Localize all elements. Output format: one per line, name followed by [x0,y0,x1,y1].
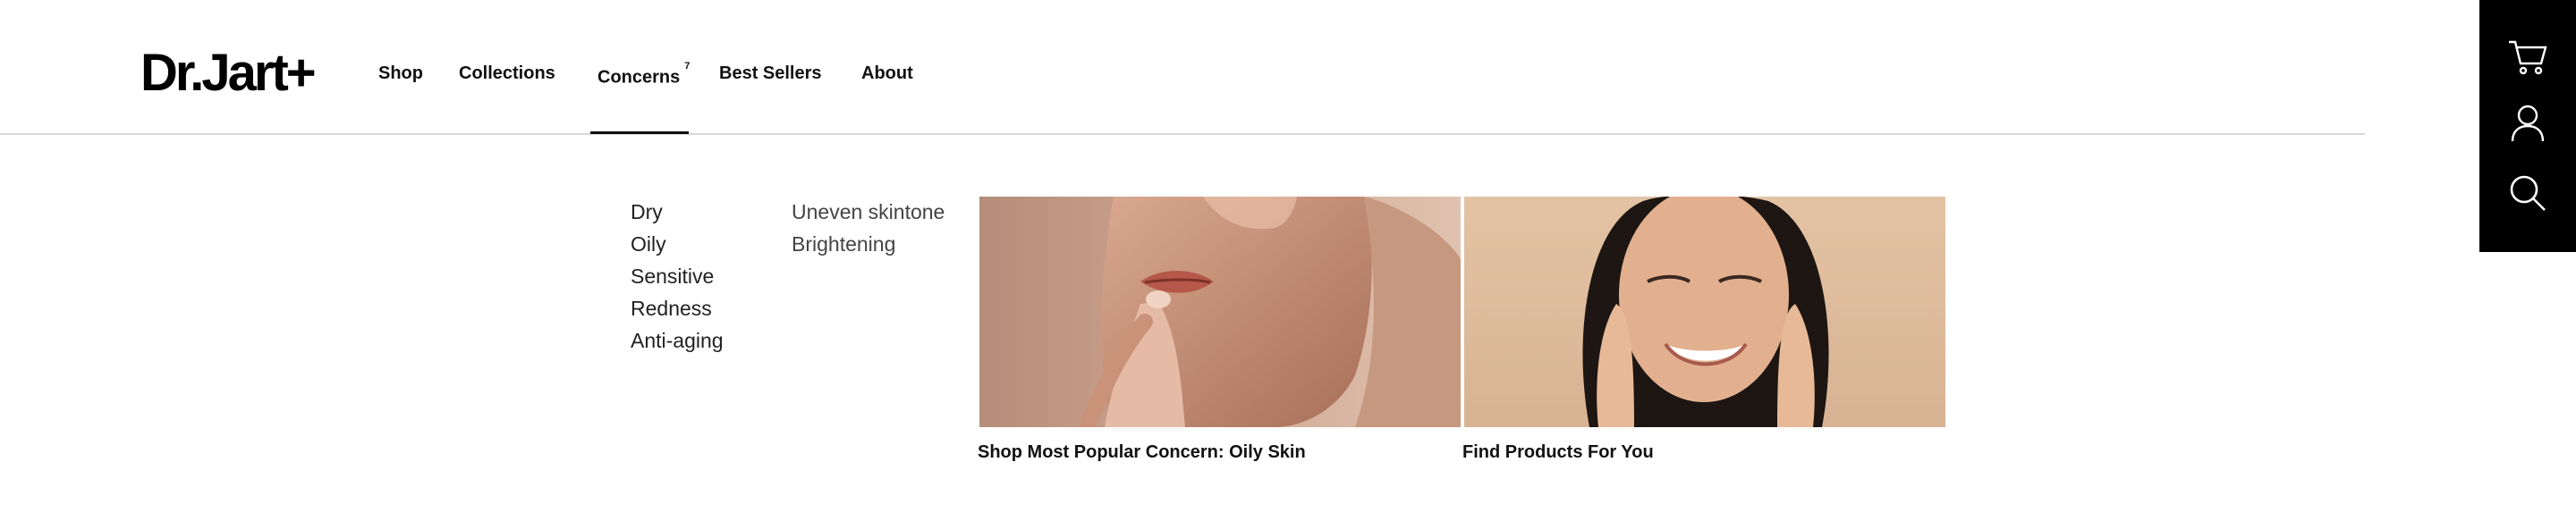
nav-collections[interactable]: Collections [459,63,555,84]
nav-best-sellers[interactable]: Best Sellers [719,63,822,84]
nav-concerns-badge: 7 [684,61,691,71]
smiling-woman-hands-on-cheeks-photo [1464,197,1945,427]
nav-shop[interactable]: Shop [378,63,423,84]
concern-link-sensitive[interactable]: Sensitive [631,264,714,289]
promo-find-products-caption[interactable]: Find Products For You [1462,441,1654,463]
cart-button[interactable] [2504,33,2552,81]
concern-link-anti-aging[interactable]: Anti-aging [631,328,724,353]
concern-link-brightening[interactable]: Brightening [792,231,895,256]
concern-link-redness[interactable]: Redness [631,296,712,321]
search-icon [2510,175,2546,211]
utility-side-panel [2479,0,2576,252]
account-button[interactable] [2504,99,2552,147]
account-icon [2511,105,2545,142]
concern-link-oily[interactable]: Oily [631,231,666,256]
nav-concerns-label: Concerns [597,67,681,88]
cart-icon [2509,40,2547,75]
nav-active-underline [590,131,689,134]
woman-touching-lips-photo [979,197,1461,427]
concern-link-dry[interactable]: Dry [631,199,663,224]
concern-link-uneven-skintone[interactable]: Uneven skintone [792,199,945,224]
search-button[interactable] [2504,169,2552,217]
nav-concerns[interactable]: Concerns7 [597,61,691,88]
promo-oily-skin-caption[interactable]: Shop Most Popular Concern: Oily Skin [978,441,1306,463]
promo-find-products-image[interactable] [1464,197,1945,427]
site-header: Dr.Jart+ Shop Collections Concerns7 Best… [0,0,2365,135]
promo-oily-skin-image[interactable] [979,197,1461,427]
brand-logo[interactable]: Dr.Jart+ [140,45,317,102]
nav-about[interactable]: About [861,63,913,84]
